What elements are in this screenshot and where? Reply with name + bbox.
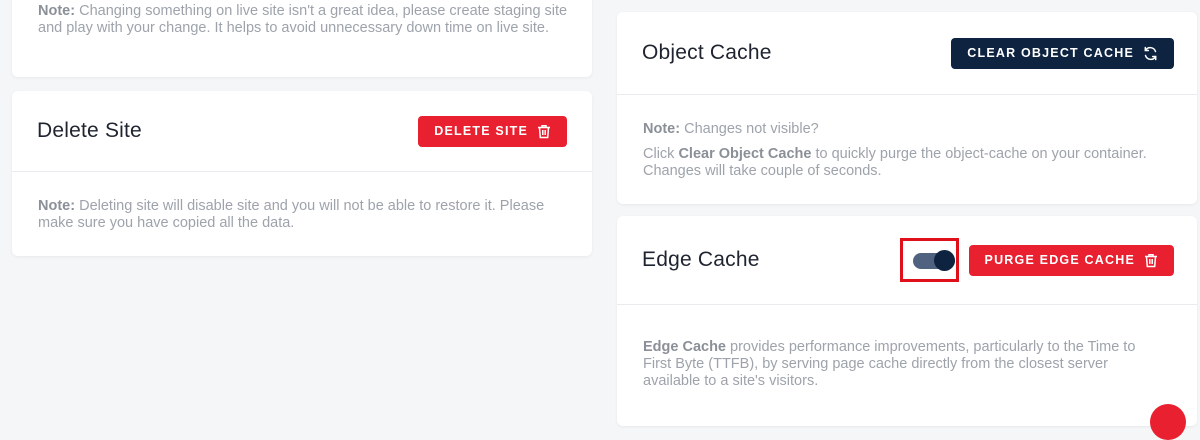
- clear-object-cache-button[interactable]: CLEAR OBJECT CACHE: [951, 37, 1174, 69]
- object-cache-header: Object Cache CLEAR OBJECT CACHE: [617, 12, 1197, 95]
- toggle-knob[interactable]: [934, 250, 955, 271]
- purge-edge-cache-button-label: PURGE EDGE CACHE: [984, 253, 1135, 267]
- live-site-note-card: Note: Changing something on live site is…: [12, 0, 592, 77]
- desc-bold: Edge Cache: [643, 339, 726, 355]
- delete-site-card: Delete Site DELETE SITE Note: Deleting s…: [12, 91, 592, 256]
- refresh-icon: [1143, 46, 1158, 61]
- desc-prefix: Click: [643, 146, 679, 162]
- live-site-note: Note: Changing something on live site is…: [38, 3, 578, 37]
- edge-cache-title: Edge Cache: [642, 248, 760, 271]
- note-text: Deleting site will disable site and you …: [38, 198, 545, 231]
- note-text: Changing something on live site isn't a …: [38, 3, 568, 36]
- object-cache-note: Note: Changes not visible?: [643, 121, 1183, 138]
- note-label: Note:: [38, 3, 76, 19]
- note-label: Note:: [38, 198, 76, 214]
- desc-bold: Clear Object Cache: [678, 146, 812, 162]
- chat-widget-button[interactable]: [1150, 404, 1186, 440]
- trash-icon: [537, 124, 551, 139]
- note-label: Note:: [643, 121, 681, 137]
- edge-cache-toggle[interactable]: [913, 250, 955, 272]
- delete-site-button[interactable]: DELETE SITE: [418, 115, 567, 147]
- delete-site-button-label: DELETE SITE: [434, 124, 528, 138]
- delete-site-note: Note: Deleting site will disable site an…: [38, 198, 578, 232]
- delete-site-title: Delete Site: [37, 119, 142, 142]
- object-cache-description: Click Clear Object Cache to quickly purg…: [643, 146, 1183, 180]
- object-cache-title: Object Cache: [642, 41, 772, 64]
- purge-edge-cache-button[interactable]: PURGE EDGE CACHE: [968, 244, 1174, 276]
- trash-icon: [1144, 253, 1158, 268]
- clear-object-cache-button-label: CLEAR OBJECT CACHE: [967, 46, 1134, 60]
- note-text: Changes not visible?: [680, 121, 819, 137]
- delete-site-header: Delete Site DELETE SITE: [12, 91, 592, 172]
- edge-cache-description: Edge Cache provides performance improvem…: [643, 339, 1163, 390]
- object-cache-card: Object Cache CLEAR OBJECT CACHE Note: Ch…: [617, 12, 1197, 204]
